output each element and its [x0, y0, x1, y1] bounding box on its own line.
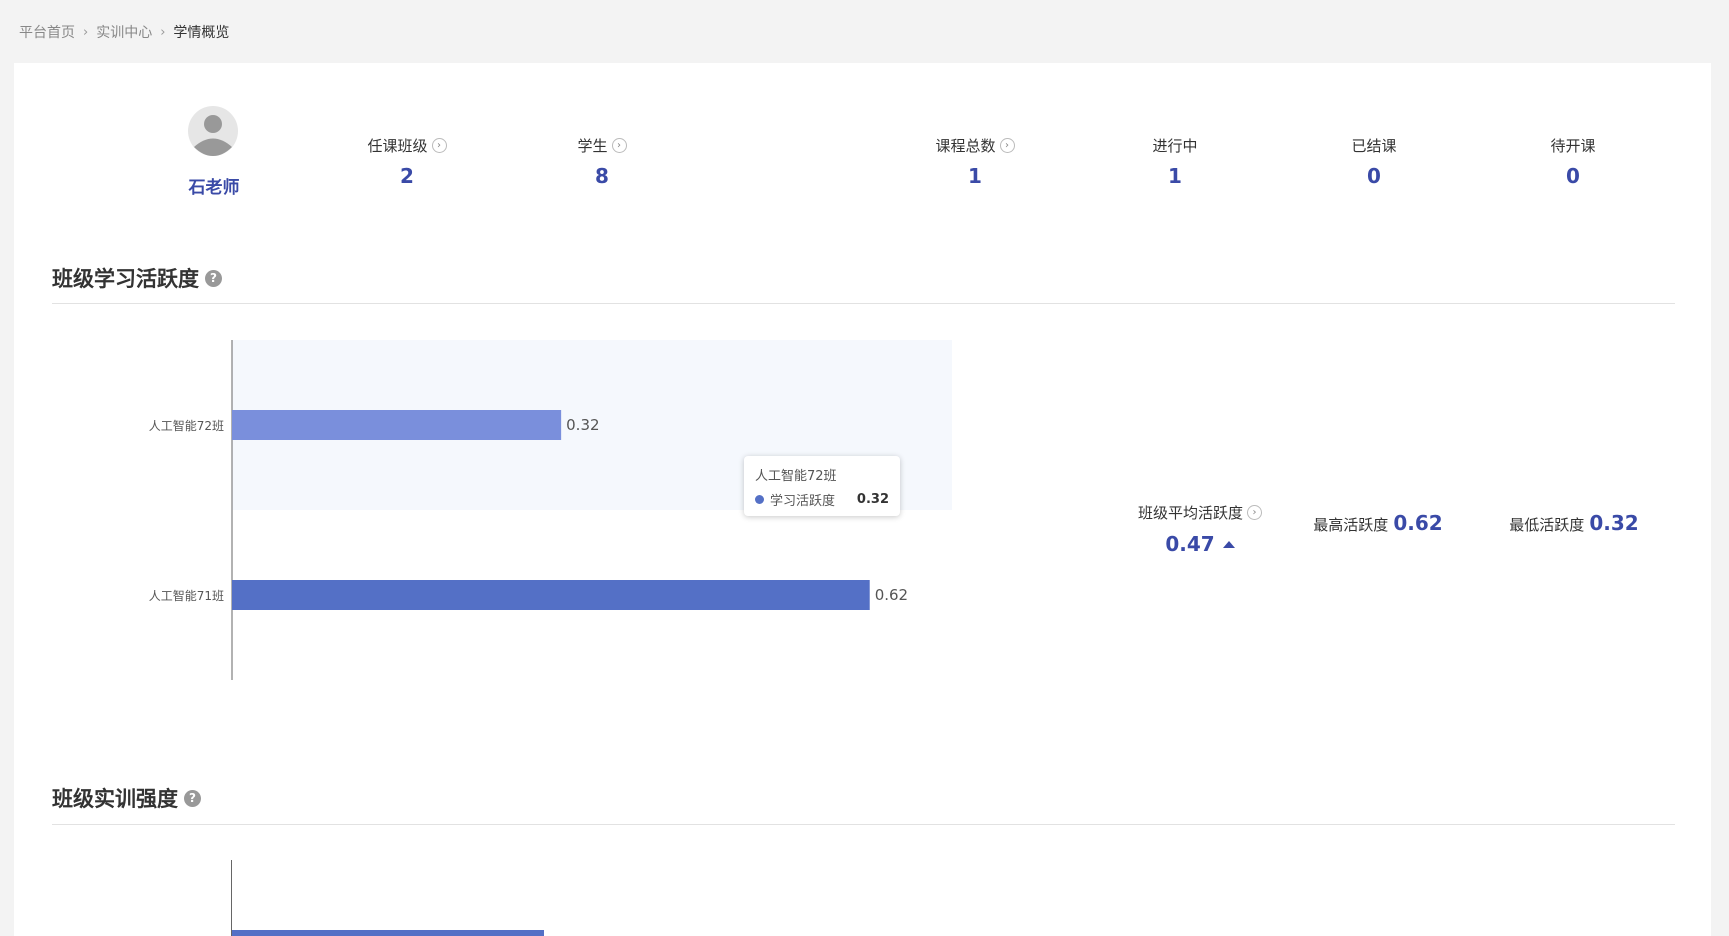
section-title-training: 班级实训强度 ?: [52, 783, 201, 813]
metric-min: 最低活跃度 0.32: [1489, 502, 1659, 535]
metric-value: 0.47: [1165, 532, 1215, 556]
stat-label: 进行中: [1152, 137, 1198, 155]
metric-value: 0.62: [1393, 511, 1443, 535]
stat-value: 0: [1566, 164, 1580, 188]
metric-label: 最低活跃度: [1509, 516, 1585, 534]
training-bar: [232, 930, 544, 936]
breadcrumb-home[interactable]: 平台首页: [19, 22, 75, 42]
stat-label: 已结课: [1351, 137, 1397, 155]
trend-up-icon: [1222, 540, 1235, 548]
chevron-right-icon[interactable]: ›: [999, 138, 1015, 153]
breadcrumb: 平台首页 › 实训中心 › 学情概览: [19, 22, 229, 42]
category-tick-label: 人工智能72班: [149, 418, 224, 433]
bar-2: [232, 580, 870, 610]
stat-label: 待开课: [1550, 137, 1596, 155]
divider: [52, 824, 1675, 825]
bar-value-label: 0.32: [566, 416, 599, 434]
tooltip-value: 0.32: [856, 492, 889, 507]
chevron-right-icon: ›: [160, 24, 166, 40]
metric-label: 最高活跃度: [1313, 516, 1389, 534]
category-tick-label: 人工智能71班: [149, 588, 224, 603]
activity-bar-chart: 0.32 人工智能72班 0.62 人工智能71班: [149, 340, 952, 680]
chevron-right-icon: ›: [83, 24, 89, 40]
stat-value: 1: [1168, 164, 1182, 188]
bar-value-label: 0.62: [875, 586, 908, 604]
chevron-right-icon[interactable]: ›: [1247, 505, 1262, 520]
metric-value: 0.32: [1589, 511, 1639, 535]
stat-pending: 待开课 0: [1493, 135, 1653, 188]
series-dot-icon: [755, 495, 764, 504]
overview-card: 石老师 任课班级 › 2 学生 › 8 课程总数 › 1 进行中 1 已结课 0 待开…: [14, 63, 1711, 936]
stat-in-progress: 进行中 1: [1095, 135, 1255, 188]
tooltip-series-name: 学习活跃度: [770, 494, 836, 509]
help-icon[interactable]: ?: [184, 789, 201, 807]
chart-tooltip: 人工智能72班 学习活跃度 0.32: [744, 456, 900, 516]
tooltip-title: 人工智能72班: [755, 469, 837, 484]
stat-value: 0: [1367, 164, 1381, 188]
metric-label: 班级平均活跃度: [1137, 504, 1243, 522]
breadcrumb-training-center[interactable]: 实训中心: [96, 22, 152, 42]
bar-1: [232, 410, 562, 440]
stat-finished: 已结课 0: [1294, 135, 1454, 188]
training-chart-axis: [231, 860, 232, 936]
metric-average[interactable]: 班级平均活跃度 › 0.47: [1115, 502, 1285, 556]
breadcrumb-current: 学情概览: [173, 25, 230, 41]
metric-max: 最高活跃度 0.62: [1293, 502, 1463, 535]
section-title-text: 班级实训强度: [52, 787, 178, 811]
